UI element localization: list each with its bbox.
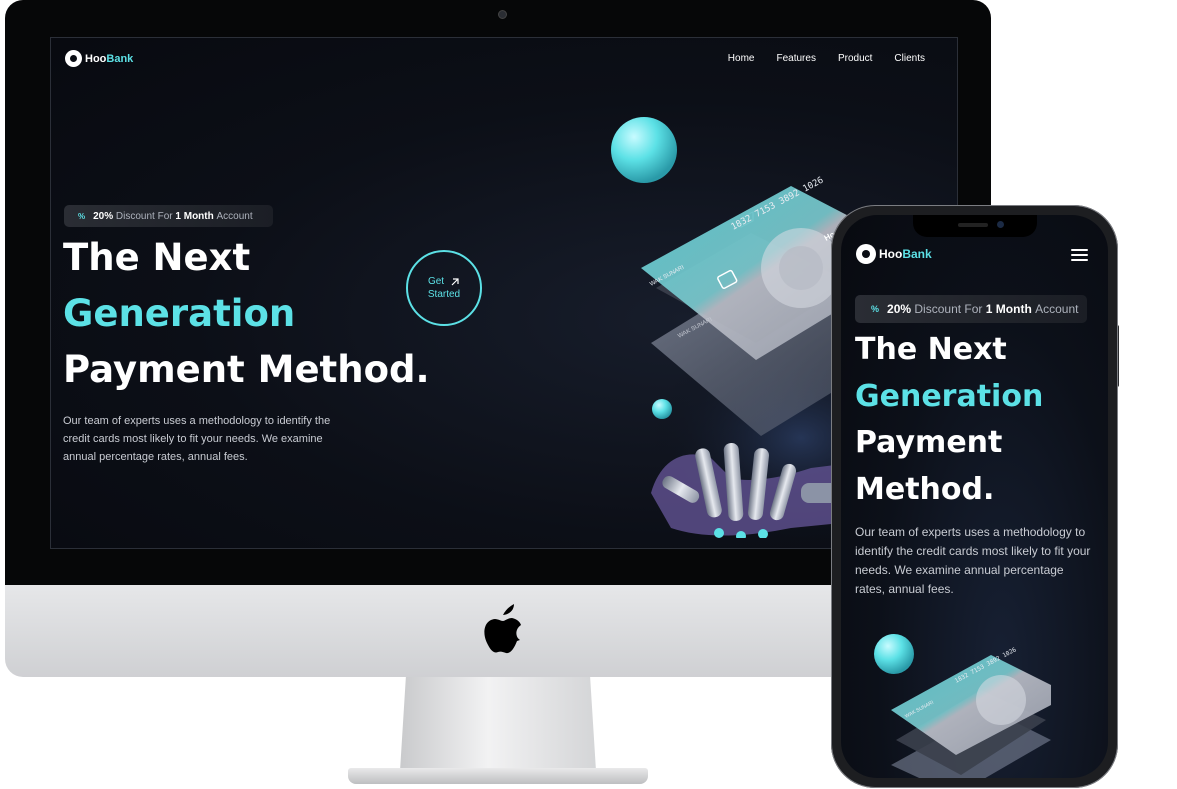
percent-icon: % [78, 211, 86, 221]
hamburger-menu-icon[interactable] [1071, 249, 1088, 261]
nav-home[interactable]: Home [728, 53, 755, 64]
hero-title-line3: Payment [855, 425, 1003, 460]
hero-title-line3: Payment Method. [63, 348, 430, 391]
discount-badge: % 20% Discount For 1 Month Account [64, 205, 273, 227]
logo-icon [65, 50, 82, 67]
imac-camera [498, 10, 507, 19]
phone-camera [997, 221, 1004, 228]
phone-speaker [958, 223, 988, 227]
badge-account: Account [1035, 302, 1079, 316]
hero-title-line2: Generation [63, 292, 296, 335]
sphere-top [874, 634, 914, 674]
desktop-screen: HooBank Home Features Product Clients % … [50, 37, 958, 549]
badge-account: Account [216, 210, 253, 222]
logo-text: HooBank [85, 52, 134, 65]
badge-month: Month [995, 302, 1032, 316]
nav-product[interactable]: Product [838, 53, 872, 64]
badge-percent: 20% [887, 302, 912, 316]
badge-month: Month [183, 210, 214, 222]
discount-badge: % 20% Discount For 1 Month Account [855, 295, 1087, 323]
hero-title-line2: Generation [855, 379, 1044, 414]
percent-icon: % [871, 304, 880, 314]
mobile-logo[interactable]: HooBank [856, 244, 932, 264]
badge-one: 1 [175, 210, 181, 222]
hero-illustration: 1832 7153 3892 1026 WAK SUNARI [874, 634, 1051, 778]
logo-icon [856, 244, 876, 264]
imac-stand-foot [348, 768, 648, 784]
get-started-button[interactable]: Get Started [406, 250, 482, 326]
sphere-top [611, 117, 677, 183]
imac-stand-neck [400, 677, 596, 771]
hero-title-line4: Method. [855, 472, 995, 507]
badge-percent: 20% [93, 210, 114, 222]
logo-text: HooBank [879, 247, 932, 261]
cta-label-line2: Started [427, 289, 461, 300]
hero-description: Our team of experts uses a methodology t… [855, 525, 1091, 596]
phone-notch [913, 215, 1037, 237]
hero-title-line1: The Next [63, 236, 251, 279]
arrow-up-right-icon [451, 277, 459, 285]
badge-discount: Discount For [914, 302, 983, 316]
nav-features[interactable]: Features [776, 53, 815, 64]
apple-logo-icon [484, 604, 521, 654]
phone-frame: HooBank % 20% Discount For 1 Month Accou… [831, 205, 1118, 788]
hero-title-line1: The Next [855, 332, 1007, 367]
desktop-nav: Home Features Product Clients [728, 53, 925, 64]
nav-clients[interactable]: Clients [894, 53, 925, 64]
badge-discount: Discount For [115, 210, 173, 222]
cta-label-line1: Get [427, 276, 445, 287]
desktop-logo[interactable]: HooBank [65, 50, 133, 67]
sphere-small [652, 399, 672, 419]
mobile-screen: HooBank % 20% Discount For 1 Month Accou… [841, 215, 1108, 778]
badge-one: 1 [985, 302, 993, 316]
hero-description: Our team of experts uses a methodology t… [63, 415, 331, 463]
